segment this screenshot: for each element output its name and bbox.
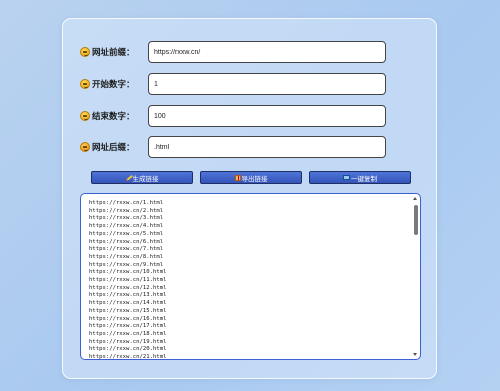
output-line: https://rxxw.cn/1.html <box>89 200 164 206</box>
output-scrollbar[interactable] <box>413 197 418 356</box>
output-line: https://rxxw.cn/15.html <box>89 307 167 314</box>
export-links-button[interactable]: 导出链接 <box>200 171 302 184</box>
gift-icon <box>234 174 241 181</box>
suffix-label: 网址后缀： <box>80 141 149 153</box>
output-line: https://rxxw.cn/3.html <box>89 215 164 222</box>
output-line: https://rxxw.cn/20.html <box>89 346 167 353</box>
output-line: https://rxxw.cn/9.html <box>89 261 164 268</box>
generate-links-button[interactable]: 生成链接 <box>91 171 193 184</box>
grin-icon <box>80 79 90 89</box>
output-line: https://rxxw.cn/10.html <box>89 269 167 276</box>
prefix-label: 网址前缀： <box>80 46 149 58</box>
output-line: https://rxxw.cn/16.html <box>89 315 167 322</box>
end-label: 结束数字： <box>80 110 149 122</box>
start-number-input[interactable] <box>148 73 386 95</box>
output-line: https://rxxw.cn/5.html <box>89 230 164 237</box>
output-line: https://rxxw.cn/17.html <box>89 323 167 330</box>
output-line: https://rxxw.cn/19.html <box>89 338 167 345</box>
scroll-down-icon[interactable] <box>413 353 417 356</box>
output-line: https://rxxw.cn/8.html <box>89 253 164 260</box>
scroll-thumb[interactable] <box>413 205 418 235</box>
smiley-icon <box>80 47 90 57</box>
output-lines: https://rxxw.cn/1.html https://rxxw.cn/2.… <box>89 200 406 360</box>
output-line: https://rxxw.cn/13.html <box>89 292 167 299</box>
screen-icon <box>343 175 350 180</box>
scroll-up-icon[interactable] <box>413 197 417 200</box>
output-line: https://rxxw.cn/21.html <box>89 354 167 360</box>
suffix-row: 网址后缀： <box>80 136 149 158</box>
link-generator-panel: 网址前缀： 开始数字： 结束数字： 网址后缀： 生成链接 导出链接 一键复制 <box>62 18 437 379</box>
pencil-icon <box>126 175 132 181</box>
prefix-row: 网址前缀： <box>80 41 149 63</box>
end-row: 结束数字： <box>80 105 149 127</box>
start-label: 开始数字： <box>80 78 149 90</box>
blush-icon <box>80 142 90 152</box>
start-row: 开始数字： <box>80 73 149 95</box>
output-textarea[interactable]: https://rxxw.cn/1.html https://rxxw.cn/2.… <box>80 193 421 360</box>
output-line: https://rxxw.cn/14.html <box>89 300 167 307</box>
smile-icon <box>80 111 90 121</box>
output-line: https://rxxw.cn/11.html <box>89 277 167 284</box>
output-line: https://rxxw.cn/4.html <box>89 223 164 230</box>
output-line: https://rxxw.cn/2.html <box>89 207 164 214</box>
suffix-input[interactable] <box>148 136 386 158</box>
output-line: https://rxxw.cn/7.html <box>89 246 164 253</box>
prefix-input[interactable] <box>148 41 386 63</box>
copy-all-button[interactable]: 一键复制 <box>309 171 411 184</box>
output-line: https://rxxw.cn/6.html <box>89 238 164 245</box>
end-number-input[interactable] <box>148 105 386 127</box>
output-line: https://rxxw.cn/12.html <box>89 284 167 291</box>
output-line: https://rxxw.cn/18.html <box>89 330 167 337</box>
